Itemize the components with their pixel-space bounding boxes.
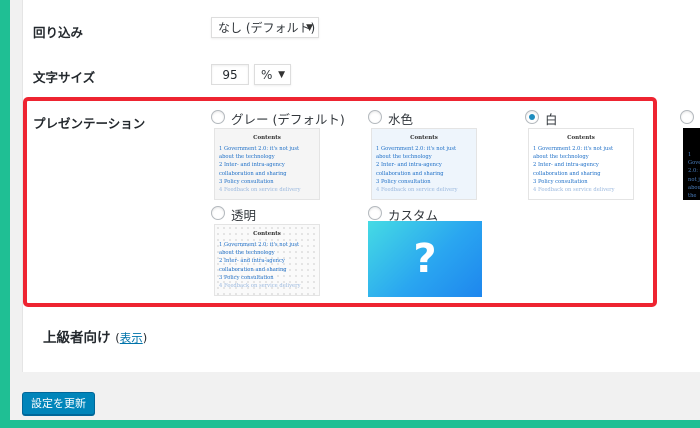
preview-item: 3 Policy consultation [533, 178, 588, 185]
presentation-option-custom[interactable]: カスタム ? [368, 206, 486, 298]
radio-dark[interactable] [680, 110, 694, 124]
preview-item: 1 Government 2.0: it's not just about th… [533, 146, 614, 161]
preview-item: 1 Government 2.0: it's not just about th… [219, 146, 300, 161]
radio-gray[interactable] [211, 110, 225, 124]
preview-item: 4 Feedback on service delivery [533, 187, 615, 194]
option-label-transparent: 透明 [231, 208, 257, 223]
preview-item: 2 Inter- and intra-agency collaboration … [219, 258, 287, 273]
chevron-down-icon: ▼ [278, 70, 285, 80]
wrap-label: 回り込み [33, 25, 84, 40]
wrap-select-value: なし (デフォルト) [218, 21, 316, 35]
advanced-section: 上級者向け (表示) [43, 326, 147, 346]
presentation-option-dark[interactable]: 黒 1 Government 2.0: it's not just about … [680, 110, 700, 202]
advanced-show-link[interactable]: 表示 [120, 331, 143, 345]
presentation-option-transparent[interactable]: 透明 Contents 1 Government 2.0: it's not j… [211, 206, 326, 298]
paren-close: ) [142, 331, 148, 345]
presentation-option-gray[interactable]: グレー (デフォルト) Contents 1 Government 2.0: i… [211, 110, 345, 202]
preview-thumbnail-dark[interactable]: 1 Government 2.0: it's not just about th… [683, 128, 700, 200]
preview-item: 4 Feedback on service delivery [219, 283, 301, 290]
preview-item: 3 Policy consultation [219, 274, 274, 281]
presentation-label: プレゼンテーション [33, 116, 146, 131]
preview-item: 4 Feedback on service delivery [376, 187, 458, 194]
chevron-down-icon: ▼ [306, 23, 313, 33]
font-size-input[interactable]: 95 [211, 64, 249, 85]
preview-thumbnail-custom[interactable]: ? [368, 221, 482, 297]
preview-item: 1 Government 2.0: it's not just about th… [376, 146, 457, 161]
font-size-label: 文字サイズ [33, 70, 96, 85]
radio-blue[interactable] [368, 110, 382, 124]
radio-white[interactable] [525, 110, 539, 124]
radio-transparent[interactable] [211, 206, 225, 220]
settings-frame: 回り込み なし (デフォルト) ▼ 文字サイズ 95 % ▼ プレゼンテーション… [10, 0, 700, 420]
preview-thumbnail-transparent[interactable]: Contents 1 Government 2.0: it's not just… [214, 224, 320, 296]
option-label-blue: 水色 [388, 112, 414, 127]
wrap-select[interactable]: なし (デフォルト) ▼ [211, 17, 319, 38]
preview-item: 2 Inter- and intra-agency collaboration … [219, 162, 287, 177]
preview-thumbnail-gray[interactable]: Contents 1 Government 2.0: it's not just… [214, 128, 320, 200]
preview-thumbnail-white[interactable]: Contents 1 Government 2.0: it's not just… [528, 128, 634, 200]
preview-item: 1 Government 2.0: it's not just about th… [688, 152, 700, 200]
option-label-gray: グレー (デフォルト) [231, 112, 345, 127]
presentation-option-blue[interactable]: 水色 Contents 1 Government 2.0: it's not j… [368, 110, 483, 202]
preview-thumbnail-blue[interactable]: Contents 1 Government 2.0: it's not just… [371, 128, 477, 200]
settings-panel: 回り込み なし (デフォルト) ▼ 文字サイズ 95 % ▼ プレゼンテーション… [22, 0, 700, 372]
question-mark-icon: ? [413, 236, 437, 282]
preview-item: 2 Inter- and intra-agency collaboration … [533, 162, 601, 177]
preview-item: 1 Government 2.0: it's not just about th… [219, 242, 300, 257]
preview-item: 4 Feedback on service delivery [219, 187, 301, 194]
radio-custom[interactable] [368, 206, 382, 220]
preview-item: 3 Policy consultation [376, 178, 431, 185]
presentation-option-white[interactable]: 白 Contents 1 Government 2.0: it's not ju… [525, 110, 640, 202]
preview-item: 3 Policy consultation [219, 178, 274, 185]
advanced-label: 上級者向け [43, 330, 111, 346]
font-size-unit-select[interactable]: % ▼ [254, 64, 291, 85]
option-label-white: 白 [545, 112, 558, 127]
save-settings-button[interactable]: 設定を更新 [22, 392, 95, 415]
preview-item: 2 Inter- and intra-agency collaboration … [376, 162, 444, 177]
font-size-unit-value: % [261, 68, 273, 82]
